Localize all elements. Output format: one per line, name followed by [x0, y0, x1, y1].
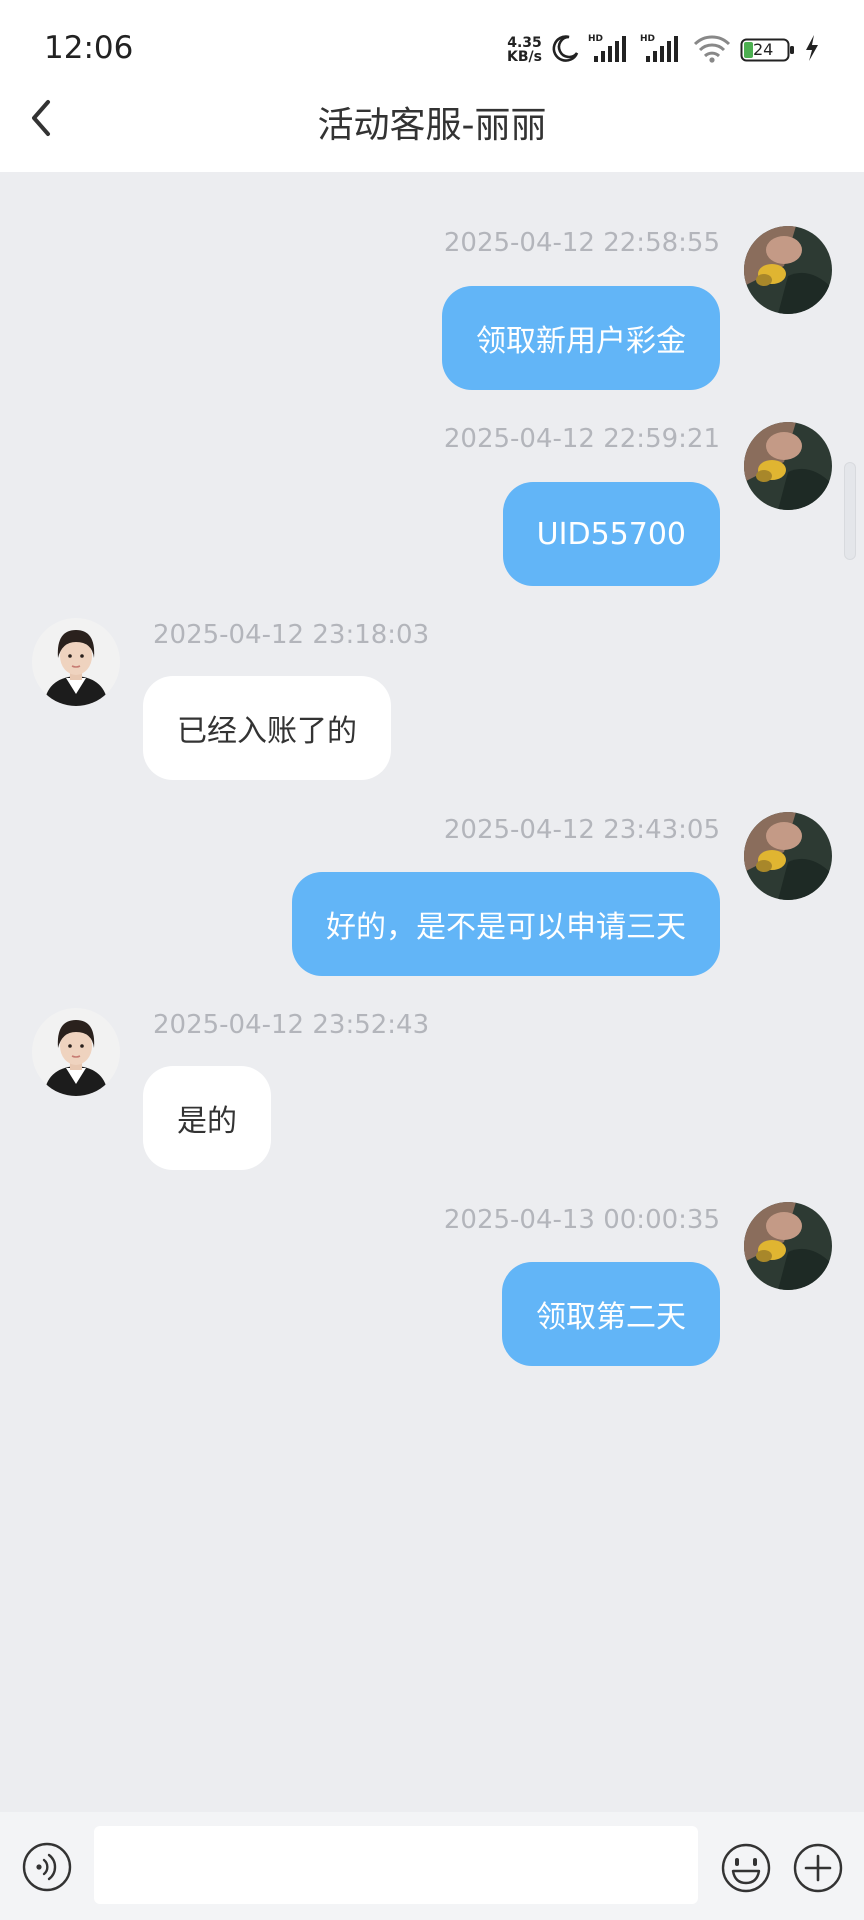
- input-bar: [0, 1812, 864, 1920]
- svg-text:HD: HD: [640, 34, 655, 44]
- message-timestamp: 2025-04-12 22:59:21: [443, 424, 720, 454]
- message-timestamp: 2025-04-12 23:18:03: [153, 620, 430, 650]
- hd-signal-icon: HD: [640, 32, 684, 68]
- network-speed: 4.35 KB/s: [507, 36, 542, 64]
- battery-level: 24: [753, 40, 774, 59]
- message-timestamp: 2025-04-12 23:43:05: [443, 815, 720, 845]
- chat-area[interactable]: 2025-04-12 22:58:55 领取新用户彩金 2025-04-12 2…: [0, 172, 864, 1812]
- message-timestamp: 2025-04-12 22:58:55: [443, 228, 720, 258]
- message-bubble[interactable]: 是的: [143, 1066, 271, 1170]
- battery-icon: 24: [740, 37, 796, 63]
- message-bubble[interactable]: 已经入账了的: [143, 676, 391, 780]
- user-avatar[interactable]: [744, 812, 832, 900]
- status-icons: 4.35 KB/s HD HD 24: [507, 30, 820, 70]
- emoji-button[interactable]: [720, 1842, 772, 1894]
- charging-icon: [804, 34, 820, 66]
- page-title: 活动客服-丽丽: [317, 105, 547, 146]
- status-time: 12:06: [44, 30, 134, 66]
- scrollbar[interactable]: [844, 462, 856, 560]
- agent-avatar[interactable]: [32, 1008, 120, 1096]
- moon-icon: [550, 33, 580, 67]
- user-avatar[interactable]: [744, 1202, 832, 1290]
- plus-icon: [793, 1843, 843, 1893]
- user-avatar[interactable]: [744, 422, 832, 510]
- nav-bar: 活动客服-丽丽: [0, 72, 864, 172]
- network-speed-value: 4.35: [507, 35, 542, 51]
- voice-button[interactable]: [22, 1842, 72, 1892]
- message-timestamp: 2025-04-13 00:00:35: [443, 1205, 720, 1235]
- user-avatar[interactable]: [744, 226, 832, 314]
- voice-icon: [22, 1842, 72, 1892]
- message-bubble[interactable]: UID55700: [502, 482, 720, 586]
- svg-text:HD: HD: [588, 34, 603, 44]
- message-timestamp: 2025-04-12 23:52:43: [153, 1010, 430, 1040]
- message-bubble[interactable]: 领取第二天: [502, 1262, 720, 1366]
- network-speed-unit: KB/s: [507, 49, 542, 65]
- hd-signal-icon: HD: [588, 32, 632, 68]
- message-bubble[interactable]: 好的，是不是可以申请三天: [292, 872, 720, 976]
- message-bubble[interactable]: 领取新用户彩金: [442, 286, 720, 390]
- message-input[interactable]: [94, 1826, 698, 1904]
- wifi-icon: [692, 32, 732, 68]
- more-button[interactable]: [792, 1842, 844, 1894]
- emoji-icon: [721, 1843, 771, 1893]
- agent-avatar[interactable]: [32, 618, 120, 706]
